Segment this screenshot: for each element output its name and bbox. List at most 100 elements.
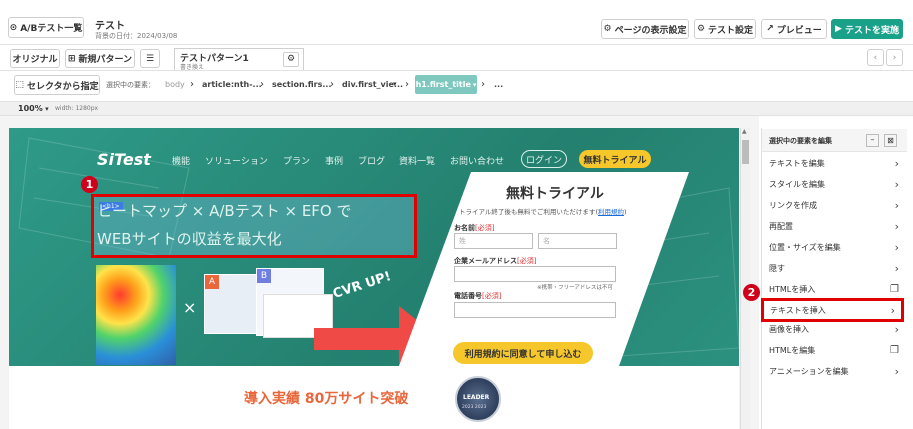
ab-mockup-a: A [204,274,264,334]
leader-badge: LEADER 2023 2023 [455,376,501,422]
select-from-selector-button[interactable]: ⬚ セレクタから指定 [14,75,100,95]
run-test-button[interactable]: ▶ テストを実施 [831,19,903,39]
leader-badge-text: LEADER [463,394,490,401]
hero-headline-line-2: WEBサイトの収益を最大化 [97,230,282,248]
back-arrow-icon: ⊙ [9,22,18,33]
scrollbar-thumb[interactable] [742,140,749,164]
phone-input[interactable] [454,302,616,318]
chevron-right-icon: › [894,157,899,170]
panel-item-insert-html[interactable]: HTMLを挿入 ❐ [763,279,905,300]
panel-item-edit-position-size[interactable]: 位置・サイズを編集 › [763,237,905,258]
close-icon: ⊠ [887,136,894,145]
chevron-right-icon: › [894,323,899,336]
email-note: ※携帯・フリーアドレスは不可 [537,285,613,291]
chevron-right-icon: › [894,199,899,212]
chevron-right-icon: › [894,178,899,191]
chevron-right-icon: › [190,79,194,90]
times-symbol: × [183,298,197,317]
email-input[interactable] [454,266,616,282]
last-name-input[interactable]: 姓 [454,233,533,249]
crumb-section[interactable]: section.firs... [272,80,331,89]
page-display-settings-button[interactable]: ⚙ ページの表示設定 [601,19,689,39]
copy-icon: ❐ [890,284,899,295]
chevron-down-icon[interactable]: ▾ [393,80,397,88]
preview-scrollbar[interactable]: ▲ [740,128,750,429]
external-link-icon: ↗ [766,24,774,34]
scroll-up-arrow[interactable]: ▲ [742,128,747,135]
minimize-button[interactable]: – [866,134,879,147]
form-submit-button[interactable]: 利用規約に同意して申し込む [453,342,593,364]
back-to-ab-list-button[interactable]: ⊙ A/Bテスト一覧 [8,17,84,38]
ab-mockup-a-label: A [205,275,219,289]
close-panel-button[interactable]: ⊠ [884,134,897,147]
chevron-right-icon: › [405,79,409,90]
gear-icon: ⚙ [696,24,706,34]
panel-item-create-link[interactable]: リンクを作成 › [763,195,905,216]
panel-item-edit-style[interactable]: スタイルを編集 › [763,174,905,195]
edit-panel-title: 選択中の要素を編集 [769,137,832,145]
annotation-marker-2: 2 [743,284,760,301]
annotation-marker-1: 1 [81,176,98,193]
site-preview: SiTest 機能 ソリューション プラン 事例 ブログ 資料一覧 お問い合わせ… [9,128,739,429]
test-settings-button[interactable]: ⚙ テスト設定 [694,19,756,39]
selector-label: 選択中の要素： [106,81,155,89]
email-label: 企業メールアドレス[必須] [454,257,537,265]
form-title: 無料トライアル [506,186,604,202]
preview-button[interactable]: ↗ プレビュー [761,19,827,39]
minus-icon: – [870,135,875,144]
new-pattern-button[interactable]: ⊞ 新規パターン [65,49,135,68]
panel-item-edit-text[interactable]: テキストを編集 › [763,153,905,174]
chevron-down-icon: ▾ [42,105,49,113]
phone-label: 電話番号[必須] [454,292,502,300]
gear-icon: ⚙ [286,54,296,64]
leader-badge-year: 2023 2023 [462,405,487,410]
tabs-divider [0,70,913,71]
ab-mockup-b-label: B [257,269,271,283]
list-icon: ☰ [145,53,155,64]
copy-icon: ❐ [890,345,899,356]
achievement-text: 導入実績 80万サイト突破 [244,391,409,407]
play-icon: ▶ [835,24,842,34]
gear-icon: ⚙ [603,24,612,34]
panel-item-rearrange[interactable]: 再配置 › [763,216,905,237]
site-nav-plans[interactable]: プラン [283,154,310,167]
panel-item-hide[interactable]: 隠す › [763,258,905,279]
form-note: トライアル終了後も無料でご利用いただけます(利用規約) [459,208,627,216]
chevron-right-icon: › [894,241,899,254]
tab-original[interactable]: オリジナル [10,49,60,68]
chevron-right-icon: › [260,79,264,90]
zoom-bar [0,101,913,116]
list-menu-button[interactable]: ☰ [140,49,160,68]
crumb-body[interactable]: body [165,80,185,89]
scroll-right-button[interactable]: › [886,49,903,66]
plus-square-icon: ⊞ [67,53,76,64]
select-box-icon: ⬚ [15,80,24,90]
scroll-left-button[interactable]: ‹ [867,49,884,66]
crumb-h1-selected[interactable]: h1.first_title ▾ [415,75,477,94]
page-subtitle: 背景の日付：2024/03/08 [95,32,178,40]
panel-item-edit-html[interactable]: HTMLを編集 ❐ [763,340,905,361]
site-nav-cases[interactable]: 事例 [325,154,343,167]
crumb-article[interactable]: article:nth-... [202,80,262,89]
site-nav-blog[interactable]: ブログ [358,154,385,167]
chevron-down-icon: ▾ [472,80,477,89]
zoom-select[interactable]: 100% ▾ [18,104,49,113]
chevron-right-icon: › [894,262,899,275]
heatmap-image [96,265,176,365]
terms-link[interactable]: 利用規約 [598,208,624,216]
first-name-input[interactable]: 名 [538,233,617,249]
pattern-settings-button[interactable]: ⚙ [283,52,299,67]
crumb-more[interactable]: ... [494,80,503,89]
tab-test-pattern-1[interactable]: テストパターン1 書き換え ⚙ [174,48,304,71]
site-nav-features[interactable]: 機能 [172,154,190,167]
hero-headline-line-1: ヒートマップ × A/Bテスト × EFO で [97,202,352,220]
site-logo[interactable]: SiTest [97,150,151,169]
chevron-right-icon: › [894,220,899,233]
panel-item-edit-animation[interactable]: アニメーションを編集 › [763,361,905,382]
edit-panel-header: 選択中の要素を編集 – ⊠ [762,129,907,152]
panel-item-insert-image[interactable]: 画像を挿入 › [763,319,905,340]
chevron-right-icon: › [481,79,485,90]
page-title: テスト [95,21,125,32]
chevron-right-icon: › [890,303,895,317]
site-nav-solutions[interactable]: ソリューション [205,154,268,167]
